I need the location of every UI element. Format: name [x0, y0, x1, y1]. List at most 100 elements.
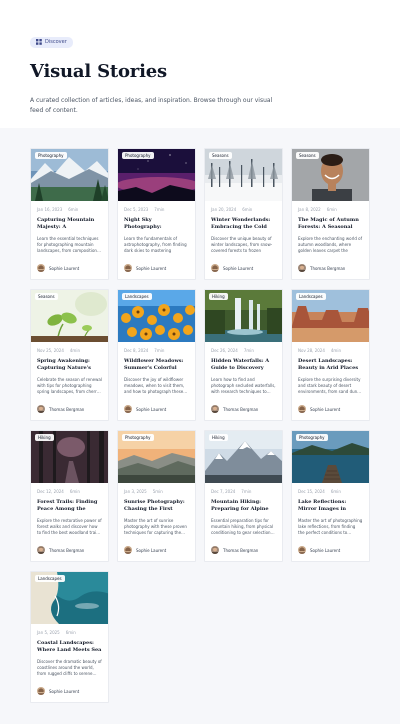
story-meta: Jan 20, 2024 6min [211, 207, 282, 212]
story-card[interactable]: Hiking Dec 26, 2024 7min Hidden Waterfal… [204, 289, 283, 421]
author[interactable]: Sophie Laurent [124, 546, 166, 554]
story-image: Photography [31, 149, 108, 201]
story-image: Hiking [205, 431, 282, 483]
story-meta: Jan 3, 2025 5min [124, 489, 195, 494]
author[interactable]: Sophie Laurent [211, 264, 253, 272]
story-excerpt: Explore the enchanting world of autumn w… [298, 236, 362, 253]
story-excerpt: Learn the essential techniques for photo… [37, 236, 101, 253]
read-time: 7min [241, 489, 252, 494]
feed-section: Photography Jan 16, 2023 6min Capturing … [0, 128, 400, 724]
story-grid: Photography Jan 16, 2023 6min Capturing … [30, 148, 370, 703]
story-title[interactable]: Capturing Mountain Majesty: A Landscape… [37, 217, 102, 231]
read-time: 6min [326, 207, 337, 212]
read-time: 6min [65, 630, 76, 635]
story-excerpt: Discover the unique beauty of winter lan… [211, 236, 273, 253]
story-image: Landscapes [118, 290, 195, 342]
author-name: Sophie Laurent [310, 406, 341, 412]
avatar [37, 687, 45, 695]
author[interactable]: Thomas Bergman [298, 264, 345, 272]
story-image: Hiking [31, 431, 108, 483]
author[interactable]: Sophie Laurent [298, 546, 340, 554]
story-date: Nov 28, 2024 [298, 348, 325, 353]
story-card[interactable]: Seasons Jan 20, 2024 6min Winter Wonderl… [204, 148, 283, 280]
author[interactable]: Sophie Laurent [124, 264, 166, 272]
page-title: Visual Stories [30, 61, 167, 82]
author-name: Sophie Laurent [223, 265, 254, 271]
story-card[interactable]: Photography Jan 3, 2025 5min Sunrise Pho… [117, 430, 196, 562]
read-time: 5min [152, 489, 163, 494]
author[interactable]: Thomas Bergman [37, 546, 84, 554]
story-meta: Jan 5, 2025 6min [37, 630, 108, 635]
category-tag: Seasons [296, 152, 319, 159]
avatar [37, 546, 45, 554]
story-date: Jan 16, 2023 [37, 207, 63, 212]
read-time: 6min [330, 489, 341, 494]
story-excerpt: Discover the dramatic beauty of coastlin… [37, 659, 102, 676]
read-time: 7min [154, 348, 165, 353]
story-card[interactable]: Landscapes Nov 28, 2024 4min Desert Land… [291, 289, 370, 421]
story-title[interactable]: Night Sky Photography: Capturing the Sta… [124, 217, 189, 231]
story-title[interactable]: Lake Reflections: Mirror Images in Natur… [298, 499, 363, 513]
avatar [124, 546, 132, 554]
avatar [124, 264, 132, 272]
story-card[interactable]: Landscapes Jan 5, 2025 6min Coastal Land… [30, 571, 109, 703]
story-image: Seasons [205, 149, 282, 201]
category-tag: Seasons [35, 293, 58, 300]
story-meta: Dec 12, 2024 6min [37, 489, 108, 494]
author[interactable]: Thomas Bergman [37, 405, 84, 413]
author-name: Thomas Bergman [49, 406, 85, 412]
story-card[interactable]: Hiking Dec 12, 2024 6min Forest Trails: … [30, 430, 109, 562]
story-image: Landscapes [31, 572, 108, 624]
discover-badge: Discover [30, 36, 73, 48]
story-image: Photography [118, 431, 195, 483]
story-excerpt: Learn how to find and photograph seclude… [211, 377, 276, 394]
story-title[interactable]: Forest Trails: Finding Peace Among the T… [37, 499, 102, 513]
story-meta: Dec 7, 2024 7min [211, 489, 282, 494]
avatar [124, 405, 132, 413]
author[interactable]: Sophie Laurent [298, 405, 340, 413]
story-card[interactable]: Hiking Dec 7, 2024 7min Mountain Hiking:… [204, 430, 283, 562]
story-card[interactable]: Seasons Nov 25, 2024 4min Spring Awakeni… [30, 289, 109, 421]
story-meta: Nov 25, 2024 4min [37, 348, 108, 353]
story-image: Seasons [31, 290, 108, 342]
story-title[interactable]: Sunrise Photography: Chasing the First L… [124, 499, 189, 513]
story-card[interactable]: Photography Jan 16, 2023 6min Capturing … [30, 148, 109, 280]
story-meta: Dec 26, 2024 7min [211, 348, 282, 353]
story-card[interactable]: Seasons Jan 8, 2022 6min The Magic of Au… [291, 148, 370, 280]
author[interactable]: Thomas Bergman [211, 546, 258, 554]
story-card[interactable]: Photography Dec 15, 2024 6min Lake Refle… [291, 430, 370, 562]
story-title[interactable]: Coastal Landscapes: Where Land Meets Sea [37, 640, 102, 654]
category-tag: Photography [35, 152, 67, 159]
story-meta: Jan 16, 2023 6min [37, 207, 108, 212]
story-card[interactable]: Photography Dec 5, 2023 7min Night Sky P… [117, 148, 196, 280]
read-time: 6min [242, 207, 253, 212]
story-title[interactable]: The Magic of Autumn Forests: A Seasonal … [298, 217, 363, 231]
author[interactable]: Sophie Laurent [124, 405, 166, 413]
story-title[interactable]: Winter Wonderlands: Embracing the Cold S… [211, 217, 276, 231]
category-tag: Landscapes [122, 293, 152, 300]
author[interactable]: Thomas Bergman [211, 405, 258, 413]
story-title[interactable]: Desert Landscapes: Beauty in Arid Places [298, 358, 363, 372]
author[interactable]: Sophie Laurent [37, 687, 79, 695]
story-date: Nov 25, 2024 [37, 348, 64, 353]
author-name: Thomas Bergman [49, 547, 85, 553]
story-card[interactable]: Landscapes Dec 8, 2024 7min Wildflower M… [117, 289, 196, 421]
page-subtitle: A curated collection of articles, ideas,… [30, 97, 273, 114]
story-title[interactable]: Spring Awakening: Capturing Nature's Ren… [37, 358, 102, 372]
story-title[interactable]: Hidden Waterfalls: A Guide to Discovery [211, 358, 276, 372]
read-time: 6min [68, 207, 79, 212]
author-name: Sophie Laurent [136, 265, 167, 271]
avatar [298, 405, 306, 413]
story-title[interactable]: Wildflower Meadows: Summer's Colorful Ca… [124, 358, 189, 372]
author-name: Thomas Bergman [310, 265, 346, 271]
category-tag: Seasons [209, 152, 232, 159]
story-image: Photography [292, 431, 369, 483]
author[interactable]: Sophie Laurent [37, 264, 79, 272]
story-excerpt: Learn the fundamentals of astrophotograp… [124, 236, 187, 253]
story-meta: Jan 8, 2022 6min [298, 207, 369, 212]
category-tag: Hiking [35, 434, 54, 441]
avatar [37, 405, 45, 413]
story-title[interactable]: Mountain Hiking: Preparing for Alpine Ad… [211, 499, 276, 513]
story-excerpt: Explore the restorative power of forest … [37, 518, 102, 535]
category-tag: Photography [122, 434, 154, 441]
